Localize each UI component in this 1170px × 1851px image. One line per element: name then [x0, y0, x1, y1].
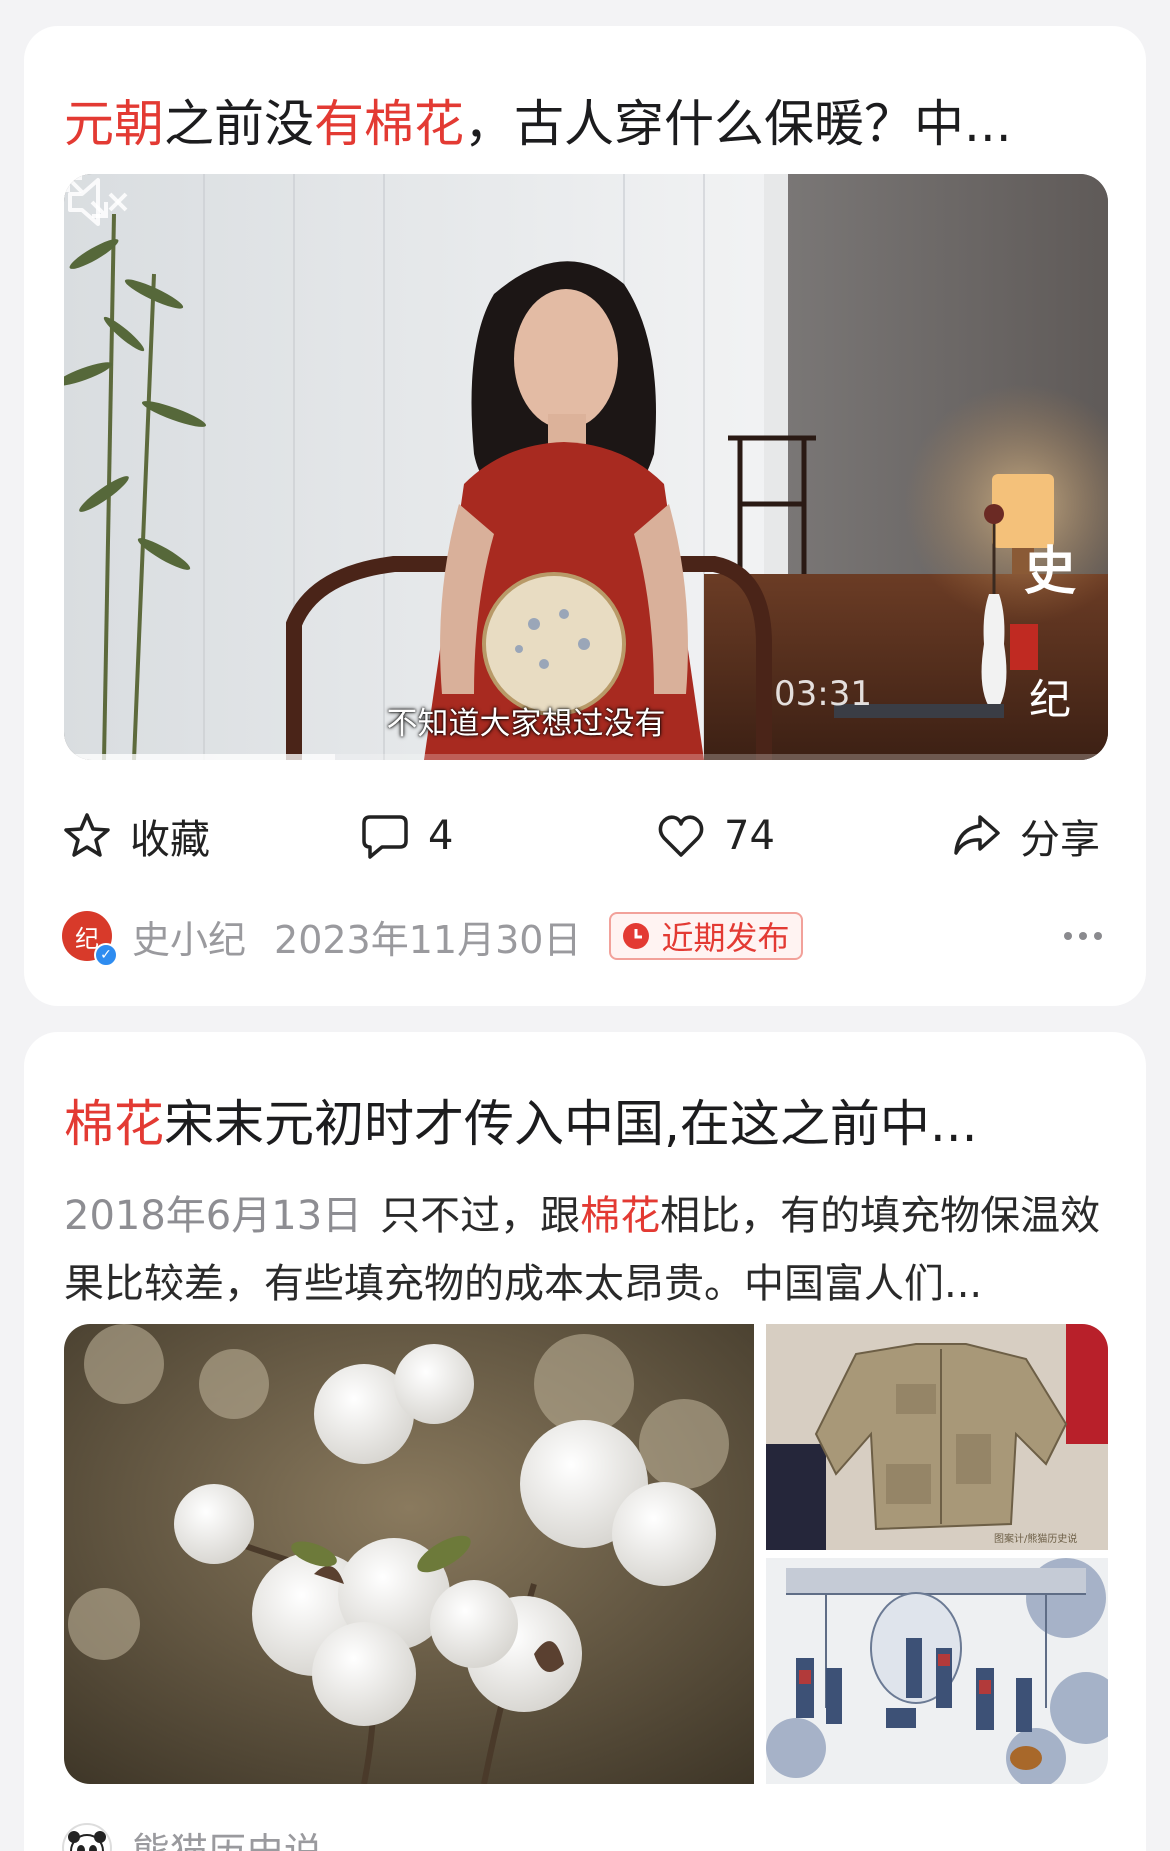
- video-player[interactable]: 史 纪 不知道大家想过没有 03:31: [64, 174, 1108, 760]
- video-progress[interactable]: [64, 754, 1108, 760]
- image-watermark: 图案计/熊猫历史说: [994, 1532, 1077, 1545]
- comment-count: 4: [428, 813, 454, 859]
- like-count: 74: [724, 813, 775, 859]
- title-highlight: 元朝: [64, 95, 164, 153]
- video-subtitle: 不知道大家想过没有: [386, 706, 666, 742]
- title-highlight: 棉花: [64, 1095, 164, 1153]
- snippet-text: 只不过，跟: [380, 1193, 581, 1239]
- video-frame: 史 纪: [64, 174, 1108, 760]
- card-title[interactable]: 元朝之前没有棉花，古人穿什么保暖？中...: [64, 92, 1106, 156]
- svg-text:史: 史: [1024, 541, 1076, 602]
- badge-label: 近期发布: [661, 919, 790, 957]
- avatar[interactable]: [62, 1823, 112, 1851]
- article-snippet: 2018年6月13日 只不过，跟棉花相比，有的填充物保温效果比较差，有些填充物的成…: [64, 1182, 1106, 1318]
- favorite-label: 收藏: [130, 817, 210, 863]
- fullscreen-icon[interactable]: [64, 174, 110, 220]
- comment-button[interactable]: 4: [360, 806, 453, 866]
- author-row: 纪 ✓ 史小纪 2023年11月30日 近期发布: [62, 906, 1108, 967]
- share-label: 分享: [1020, 817, 1100, 863]
- snippet-highlight: 棉花: [580, 1193, 661, 1239]
- publish-date: 2023年11月30日: [274, 917, 582, 962]
- cotton-image[interactable]: [64, 1324, 754, 1784]
- garment-image[interactable]: 图案计/熊猫历史说: [766, 1324, 1108, 1550]
- author-name[interactable]: 史小纪: [132, 909, 246, 964]
- comment-icon: [362, 815, 408, 859]
- title-highlight: 有棉花: [314, 95, 464, 153]
- avatar[interactable]: 纪 ✓: [62, 911, 118, 967]
- author-row: 熊猫历史说: [62, 1818, 322, 1851]
- action-bar: 收藏 4 74 分享: [62, 806, 1108, 866]
- clock-icon: [623, 923, 650, 949]
- heart-icon: [658, 815, 704, 857]
- more-icon[interactable]: [1058, 916, 1108, 956]
- card-title[interactable]: 棉花宋末元初时才传入中国,在这之前中...: [64, 1092, 1106, 1156]
- author-name[interactable]: 熊猫历史说: [132, 1821, 322, 1851]
- video-progress-fill: [64, 754, 336, 760]
- like-button[interactable]: 74: [656, 806, 775, 866]
- snippet-date: 2018年6月13日: [64, 1193, 363, 1239]
- more-icon[interactable]: [1056, 1838, 1106, 1851]
- image-gallery[interactable]: 图案计/熊猫历史说: [64, 1324, 1108, 1784]
- title-text: 之前没: [164, 95, 314, 153]
- recent-badge: 近期发布: [609, 912, 804, 960]
- painting-image[interactable]: [766, 1558, 1108, 1784]
- title-text: ，古人穿什么保暖？中...: [464, 95, 1012, 153]
- video-duration: 03:31: [774, 674, 872, 714]
- feed-card-article[interactable]: 棉花宋末元初时才传入中国,在这之前中... 2018年6月13日 只不过，跟棉花相…: [24, 1032, 1146, 1851]
- share-button[interactable]: 分享: [952, 806, 1100, 866]
- verified-icon: ✓: [94, 943, 118, 967]
- feed-card-video[interactable]: 元朝之前没有棉花，古人穿什么保暖？中... 史 纪 不知道大家想过没有 03:3…: [24, 26, 1146, 1006]
- title-text: 宋末元初时才传入中国,在这之前中...: [164, 1095, 978, 1153]
- favorite-button[interactable]: 收藏: [62, 806, 210, 866]
- share-icon: [954, 815, 1000, 855]
- star-icon: [64, 813, 110, 857]
- panda-icon: [68, 1831, 106, 1851]
